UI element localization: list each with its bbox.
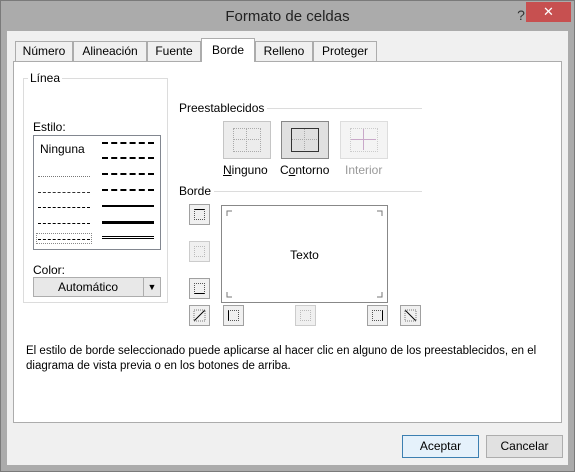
line-style-selected[interactable] xyxy=(36,233,92,244)
color-label: Color: xyxy=(33,263,66,277)
preset-none-icon xyxy=(233,128,261,152)
preset-inside-button[interactable] xyxy=(340,121,388,159)
border-top-icon xyxy=(194,209,205,220)
preset-outline-icon xyxy=(291,128,319,152)
border-right-icon xyxy=(372,310,383,321)
preset-outline-button[interactable] xyxy=(281,121,329,159)
dialog-window: Formato de celdas ? ✕ Número Alineación … xyxy=(0,0,575,472)
line-style-medium-dashdotdot[interactable] xyxy=(102,142,154,144)
tab-fuente[interactable]: Fuente xyxy=(147,41,201,61)
border-right-button[interactable] xyxy=(367,305,388,326)
preset-inside-label: Interior xyxy=(345,163,383,177)
description-text: El estilo de borde seleccionado puede ap… xyxy=(26,345,537,372)
ok-button[interactable]: Aceptar xyxy=(402,435,479,458)
border-preview[interactable]: Texto xyxy=(221,205,388,303)
border-diagonal-up-button[interactable] xyxy=(189,305,210,326)
diagonal-up-icon xyxy=(193,309,206,322)
line-style-hair[interactable] xyxy=(38,176,90,177)
border-title: Borde xyxy=(179,184,212,198)
tab-relleno[interactable]: Relleno xyxy=(255,41,313,61)
line-style-dashdot[interactable] xyxy=(38,223,90,224)
tab-proteger[interactable]: Proteger xyxy=(313,41,377,61)
border-inside-vertical-button[interactable] xyxy=(295,305,316,326)
style-label: Estilo: xyxy=(33,120,66,134)
preset-none-button[interactable] xyxy=(223,121,271,159)
line-style-dotted[interactable] xyxy=(38,192,90,193)
line-style-list[interactable]: Ninguna xyxy=(33,135,161,250)
line-style-medium-dashed[interactable] xyxy=(102,189,154,191)
tab-alineacion[interactable]: Alineación xyxy=(73,41,147,61)
preset-none-label: Ninguno xyxy=(223,163,268,177)
color-dropdown[interactable]: Automático ▼ xyxy=(33,277,161,297)
border-inside-horizontal-icon xyxy=(194,246,205,257)
border-tab-panel: Línea Estilo: Ninguna Color: Automático … xyxy=(13,61,562,423)
border-bottom-icon xyxy=(194,283,205,294)
border-left-button[interactable] xyxy=(223,305,244,326)
line-style-medium-dashdot[interactable] xyxy=(102,173,154,175)
line-style-none[interactable]: Ninguna xyxy=(40,142,85,156)
tab-borde[interactable]: Borde xyxy=(201,38,255,62)
line-group-title: Línea xyxy=(28,71,63,85)
line-style-double[interactable] xyxy=(102,236,154,239)
line-style-medium[interactable] xyxy=(102,205,154,207)
close-button[interactable]: ✕ xyxy=(526,2,571,22)
title-bar[interactable]: Formato de celdas ? ✕ xyxy=(1,1,574,31)
border-inside-vertical-icon xyxy=(300,310,311,321)
diagonal-down-icon xyxy=(404,309,417,322)
preset-outline-label: Contorno xyxy=(280,163,330,177)
line-style-thick[interactable] xyxy=(102,221,154,224)
chevron-down-icon[interactable]: ▼ xyxy=(143,278,160,296)
cancel-button[interactable]: Cancelar xyxy=(486,435,563,458)
presets-title: Preestablecidos xyxy=(179,101,265,115)
border-separator xyxy=(214,191,422,192)
line-style-slanted-dashdot[interactable] xyxy=(102,157,154,159)
preview-text: Texto xyxy=(290,248,319,262)
color-value: Automático xyxy=(57,280,119,294)
border-diagonal-down-button[interactable] xyxy=(400,305,421,326)
dialog-title: Formato de celdas xyxy=(225,8,350,25)
border-inside-horizontal-button[interactable] xyxy=(189,241,210,262)
line-style-dashdotdot[interactable] xyxy=(38,207,90,208)
dialog-client: Número Alineación Fuente Borde Relleno P… xyxy=(7,31,568,465)
border-top-button[interactable] xyxy=(189,204,210,225)
tab-numero[interactable]: Número xyxy=(15,41,73,61)
presets-separator xyxy=(267,108,422,109)
preset-inside-icon xyxy=(350,128,378,152)
border-left-icon xyxy=(228,310,239,321)
border-bottom-button[interactable] xyxy=(189,278,210,299)
